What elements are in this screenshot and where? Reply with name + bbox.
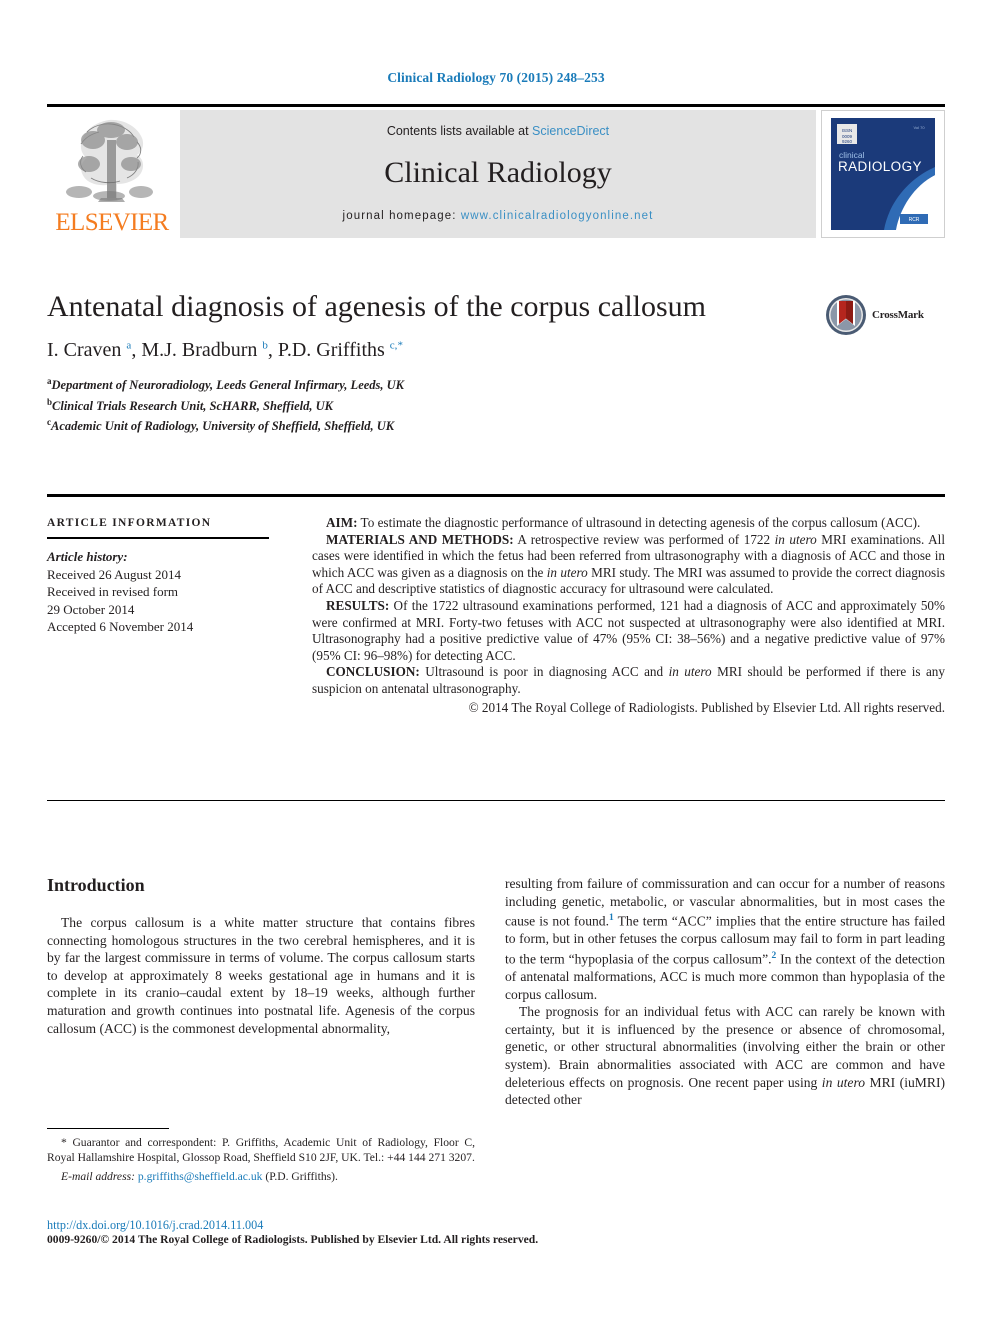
title-block: Antenatal diagnosis of agenesis of the c… bbox=[47, 288, 807, 435]
article-information-rule bbox=[47, 537, 269, 539]
abstract-aim-text: To estimate the diagnostic performance o… bbox=[357, 515, 921, 530]
abstract-results-label: RESULTS: bbox=[326, 597, 390, 613]
affiliation-item: bClinical Trials Research Unit, ScHARR, … bbox=[47, 396, 333, 413]
abstract-materials-italic-2: in utero bbox=[546, 564, 588, 580]
sciencedirect-link[interactable]: ScienceDirect bbox=[532, 124, 609, 138]
elsevier-wordmark: ELSEVIER bbox=[55, 209, 169, 236]
abstract-conclusion-text-1: Ultrasound is poor in diagnosing ACC and bbox=[419, 664, 669, 680]
journal-cover-image: ISSN 0009 9260 Vol 70 clinical RADIOLOGY… bbox=[822, 111, 944, 237]
abstract-materials-italic-1: in utero bbox=[774, 531, 817, 547]
journal-cover-thumbnail: ISSN 0009 9260 Vol 70 clinical RADIOLOGY… bbox=[821, 110, 945, 238]
svg-text:RADIOLOGY: RADIOLOGY bbox=[838, 159, 922, 174]
journal-title: Clinical Radiology bbox=[384, 156, 612, 189]
intro-paragraph-2-right: The prognosis for an individual fetus wi… bbox=[505, 1003, 945, 1109]
abstract-aim-label: AIM: bbox=[326, 515, 358, 530]
abstract-conclusion-label: CONCLUSION: bbox=[326, 664, 420, 680]
sciencedirect-banner: Contents lists available at ScienceDirec… bbox=[180, 110, 816, 238]
article-information-heading: ARTICLE INFORMATION bbox=[47, 517, 212, 529]
issn-copyright-line: 0009-9260/© 2014 The Royal College of Ra… bbox=[47, 1233, 539, 1246]
homepage-prefix: journal homepage: bbox=[342, 210, 461, 222]
abstract-materials-text-1: A retrospective review was performed of … bbox=[513, 531, 775, 547]
body-column-right: resulting from failure of commissuration… bbox=[505, 875, 945, 1109]
abstract: AIM: To estimate the diagnostic performa… bbox=[312, 515, 945, 716]
footnotes: * Guarantor and correspondent: P. Griffi… bbox=[47, 1128, 475, 1184]
abstract-materials: MATERIALS AND METHODS: A retrospective r… bbox=[312, 532, 945, 598]
affiliation-marker: b bbox=[47, 396, 53, 407]
contents-line: Contents lists available at ScienceDirec… bbox=[180, 124, 816, 138]
abstract-bottom-rule bbox=[47, 800, 945, 802]
affiliation-marker: c bbox=[47, 417, 51, 428]
footnote-rule bbox=[47, 1128, 169, 1130]
abstract-top-rule bbox=[47, 494, 945, 497]
masthead-top-rule bbox=[47, 104, 945, 107]
affiliation-item: cAcademic Unit of Radiology, University … bbox=[47, 417, 395, 434]
abstract-aim: AIM: To estimate the diagnostic performa… bbox=[312, 515, 945, 532]
abstract-copyright: © 2014 The Royal College of Radiologists… bbox=[468, 699, 945, 715]
svg-text:9260: 9260 bbox=[842, 139, 853, 144]
journal-homepage-link[interactable]: www.clinicalradiologyonline.net bbox=[461, 210, 654, 222]
journal-homepage-line: journal homepage: www.clinicalradiologyo… bbox=[180, 210, 816, 222]
abstract-conclusion-italic: in utero bbox=[668, 664, 712, 680]
svg-text:RCR: RCR bbox=[909, 217, 920, 223]
intro-paragraph-1-right: resulting from failure of commissuration… bbox=[505, 875, 945, 1003]
svg-text:Vol 70: Vol 70 bbox=[913, 125, 925, 130]
section-heading-introduction: Introduction bbox=[47, 875, 145, 895]
abstract-results: RESULTS: Of the 1722 ultrasound examinat… bbox=[312, 598, 945, 664]
email-link[interactable]: p.griffiths@sheffield.ac.uk bbox=[138, 1170, 263, 1183]
intro-p2-italic: in utero bbox=[821, 1074, 866, 1090]
email-label: E-mail address: bbox=[61, 1169, 135, 1183]
abstract-conclusion: CONCLUSION: Ultrasound is poor in diagno… bbox=[312, 664, 945, 697]
abstract-results-text: Of the 1722 ultrasound examinations perf… bbox=[312, 597, 945, 663]
abstract-materials-label: MATERIALS AND METHODS: bbox=[326, 531, 514, 547]
affiliation-marker: a bbox=[47, 376, 52, 386]
article-history: Article history: Received 26 August 2014… bbox=[47, 548, 279, 636]
affiliation-item: aDepartment of Neuroradiology, Leeds Gen… bbox=[47, 376, 405, 393]
corresponding-author-note: * Guarantor and correspondent: P. Griffi… bbox=[47, 1136, 475, 1164]
email-suffix: (P.D. Griffiths). bbox=[262, 1169, 338, 1183]
article-revised-label: Received in revised form bbox=[47, 584, 179, 599]
crossmark-label: CrossMark bbox=[872, 309, 924, 321]
article-revised-date: 29 October 2014 bbox=[47, 601, 135, 617]
svg-text:ISSN: ISSN bbox=[842, 128, 853, 133]
body-column-left: Introduction The corpus callosum is a wh… bbox=[47, 875, 475, 1037]
article-information-panel: ARTICLE INFORMATION Article history: Rec… bbox=[47, 517, 279, 636]
running-head: Clinical Radiology 70 (2015) 248–253 bbox=[387, 70, 605, 85]
article-page: Clinical Radiology 70 (2015) 248–253 ELS… bbox=[0, 0, 992, 1323]
article-history-label: Article history: bbox=[47, 549, 128, 564]
journal-masthead: ELSEVIER Contents lists available at Sci… bbox=[47, 104, 945, 240]
intro-paragraph-1-left: The corpus callosum is a white matter st… bbox=[47, 915, 475, 1036]
elsevier-tree-icon bbox=[66, 119, 153, 202]
crossmark-icon bbox=[826, 295, 866, 335]
crossmark-badge[interactable]: CrossMark bbox=[824, 293, 946, 343]
elsevier-logo: ELSEVIER bbox=[49, 110, 175, 238]
email-note: E-mail address: p.griffiths@sheffield.ac… bbox=[47, 1170, 475, 1185]
page-title: Antenatal diagnosis of agenesis of the c… bbox=[47, 290, 707, 323]
article-received-date: Received 26 August 2014 bbox=[47, 566, 181, 582]
article-accepted-date: Accepted 6 November 2014 bbox=[47, 619, 194, 634]
affiliation-list: aDepartment of Neuroradiology, Leeds Gen… bbox=[47, 373, 807, 435]
contents-prefix: Contents lists available at bbox=[386, 124, 533, 138]
doi-link[interactable]: http://dx.doi.org/10.1016/j.crad.2014.11… bbox=[47, 1218, 647, 1233]
author-list: I. Craven a, M.J. Bradburn b, P.D. Griff… bbox=[47, 339, 403, 361]
